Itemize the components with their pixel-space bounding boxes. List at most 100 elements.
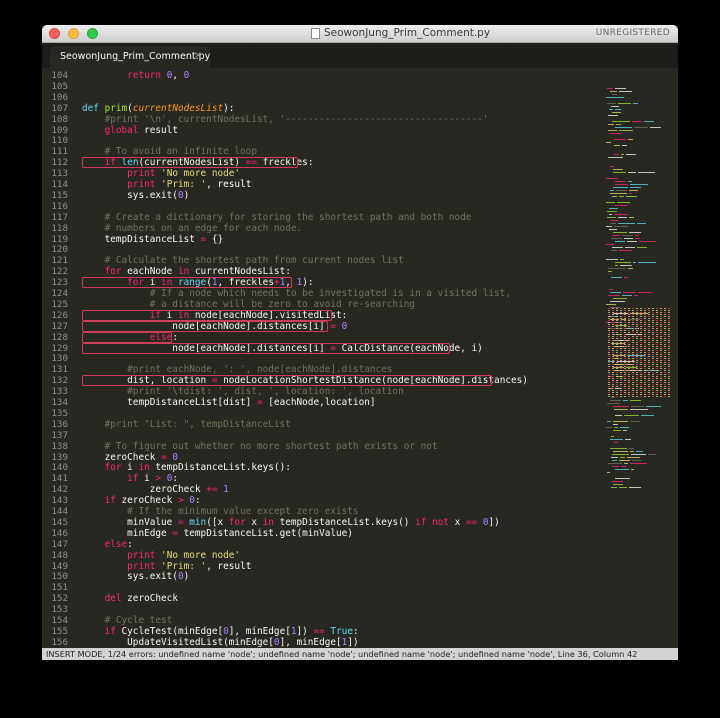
minimap-stroke: [652, 370, 654, 371]
minimap-stroke: [632, 372, 634, 373]
close-window-button[interactable]: [49, 28, 60, 39]
minimap-stroke: [664, 366, 666, 367]
code-line[interactable]: if CycleTest(minEdge[0], minEdge[1]) == …: [82, 626, 359, 637]
code-line[interactable]: #print '\tdist: ', dist, ', location: ',…: [82, 386, 404, 397]
code-line[interactable]: # If a node which needs to be investigat…: [82, 288, 511, 299]
minimap-stroke: [668, 344, 670, 345]
minimap-stroke: [648, 346, 650, 347]
minimap-stroke: [608, 320, 610, 321]
code-line[interactable]: # If the minimum value except zero exist…: [82, 506, 358, 517]
minimap-stroke: [656, 344, 658, 345]
line-number: 132: [51, 375, 68, 387]
code-line[interactable]: # numbers on an edge for each node.: [82, 223, 303, 234]
minimap-stroke: [644, 330, 646, 331]
minimap-stroke: [615, 469, 629, 470]
code-line[interactable]: sys.exit(0): [82, 571, 189, 582]
title-bar: SeowonJung_Prim_Comment.py UNREGISTERED: [42, 25, 678, 43]
minimap-stroke: [668, 336, 670, 337]
minimap-stroke: [613, 424, 618, 425]
minimap-stroke: [616, 342, 618, 343]
code-line[interactable]: print 'Prim: ', result: [82, 179, 251, 190]
code-line[interactable]: tempDistanceList[dist] = [eachNode,locat…: [82, 397, 375, 408]
code-line[interactable]: # Calculate the shortest path from curre…: [82, 255, 404, 266]
minimap-stroke: [612, 121, 630, 122]
minimap-stroke: [612, 376, 614, 377]
code-line[interactable]: def prim(currentNodesList):: [82, 103, 234, 114]
minimap-stroke: [652, 376, 654, 377]
minimap-stroke: [624, 316, 626, 317]
minimap-stroke: [640, 370, 642, 371]
code-line[interactable]: zeroCheck += 1: [82, 484, 229, 495]
minimap-stroke: [648, 378, 650, 379]
minimap-stroke: [620, 338, 622, 339]
minimap-stroke: [628, 392, 630, 393]
minimap-stroke: [644, 314, 646, 315]
minimap-stroke: [630, 184, 648, 185]
minimize-window-button[interactable]: [68, 28, 79, 39]
code-line[interactable]: print 'No more node': [82, 550, 240, 561]
line-number: 117: [51, 211, 68, 223]
code-line[interactable]: return 0, 0: [82, 70, 189, 81]
code-line[interactable]: UpdateVisitedList(minEdge[0], minEdge[1]…: [82, 637, 358, 648]
minimap-stroke: [632, 326, 634, 327]
minimap-stroke: [632, 394, 634, 395]
minimap[interactable]: [602, 68, 678, 648]
minimap-stroke: [664, 392, 666, 393]
minimap-stroke: [664, 362, 666, 363]
code-line[interactable]: if i > 0:: [82, 473, 178, 484]
code-line[interactable]: #print eachNode, ': ', node[eachNode].di…: [82, 364, 392, 375]
code-line[interactable]: print 'Prim: ', result: [82, 561, 251, 572]
minimap-stroke: [616, 374, 618, 375]
minimap-stroke: [608, 382, 610, 383]
code-line[interactable]: global result: [82, 125, 178, 136]
minimap-stroke: [629, 487, 641, 488]
maximize-window-button[interactable]: [87, 28, 98, 39]
minimap-stroke: [632, 378, 634, 379]
minimap-stroke: [612, 380, 614, 381]
code-line[interactable]: sys.exit(0): [82, 190, 189, 201]
minimap-stroke: [652, 322, 654, 323]
minimap-stroke: [620, 312, 622, 313]
minimap-stroke: [644, 388, 646, 389]
minimap-stroke: [615, 415, 622, 416]
minimap-stroke: [608, 394, 610, 395]
code-editor[interactable]: 104 return 0, 0 105 106 107 def prim(current…: [42, 68, 678, 648]
minimap-stroke: [628, 380, 630, 381]
code-line[interactable]: # To figure out whether no more shortest…: [82, 441, 438, 452]
code-line[interactable]: #print '\n', currentNodesList, '--------…: [82, 114, 489, 125]
minimap-stroke: [620, 332, 622, 333]
code-line[interactable]: # Create a dictionary for storing the sh…: [82, 212, 472, 223]
code-line[interactable]: print 'No more node': [82, 168, 240, 179]
tab-close-icon[interactable]: ×: [194, 50, 202, 61]
code-line[interactable]: for i in tempDistanceList.keys():: [82, 462, 291, 473]
code-line[interactable]: else:: [82, 539, 133, 550]
minimap-stroke: [632, 312, 634, 313]
code-line[interactable]: minEdge = tempDistanceList.get(minValue): [82, 528, 353, 539]
code-line[interactable]: for eachNode in currentNodesList:: [82, 266, 291, 277]
minimap-stroke: [648, 332, 650, 333]
minimap-stroke: [644, 376, 646, 377]
code-line[interactable]: # a distance will be zero to avoid re-se…: [82, 299, 415, 310]
minimap-stroke: [628, 181, 632, 182]
minimap-stroke: [621, 466, 626, 467]
minimap-stroke: [640, 392, 642, 393]
code-line[interactable]: zeroCheck = 0: [82, 452, 178, 463]
tab-file[interactable]: SeowonJung_Prim_Comment.py ×: [50, 46, 210, 68]
code-line[interactable]: if zeroCheck > 0:: [82, 495, 201, 506]
minimap-stroke: [660, 320, 662, 321]
minimap-stroke: [644, 318, 646, 319]
minimap-stroke: [624, 372, 626, 373]
code-line[interactable]: # To avoid an infinite loop: [82, 146, 257, 157]
minimap-stroke: [632, 338, 634, 339]
code-line[interactable]: # Cycle test: [82, 615, 173, 626]
minimap-stroke: [652, 388, 654, 389]
minimap-stroke: [616, 378, 618, 379]
minimap-stroke: [660, 358, 662, 359]
code-line[interactable]: tempDistanceList = {}: [82, 234, 224, 245]
code-line[interactable]: #print "List: ", tempDistanceList: [82, 419, 291, 430]
minimap-stroke: [620, 310, 622, 311]
minimap-stroke: [616, 190, 627, 191]
minimap-stroke: [636, 312, 638, 313]
code-line[interactable]: del zeroCheck: [82, 593, 178, 604]
code-line[interactable]: minValue = min([x for x in tempDistanceL…: [82, 517, 500, 528]
